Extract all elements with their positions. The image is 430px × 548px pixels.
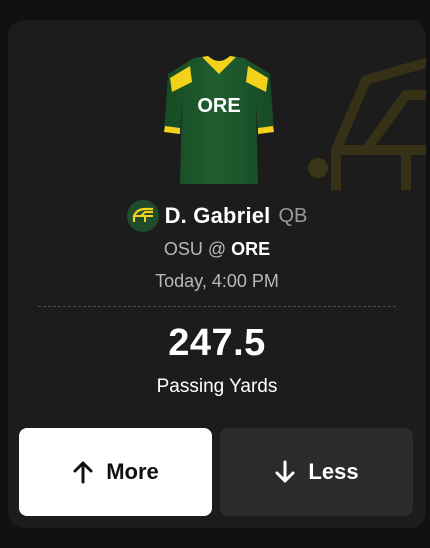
svg-text:ORE: ORE [197, 95, 240, 117]
away-team: OSU [163, 239, 203, 259]
player-name[interactable]: D. Gabriel [165, 203, 271, 229]
matchup-separator: @ [207, 239, 227, 259]
arrow-down-icon [275, 460, 295, 483]
less-button-label: Less [308, 459, 359, 484]
arrow-up-icon [73, 461, 93, 484]
more-button-label: More [106, 459, 159, 484]
helmet-icon [126, 200, 159, 232]
game-time: Today, 4:00 PM [155, 271, 279, 291]
player-projection-card: ORE D. Gabriel QB OSU @ ORE Today, 4:00 … [8, 20, 426, 528]
player-position: QB [278, 204, 308, 227]
team-jersey-image: ORE [156, 52, 282, 188]
home-team: ORE [231, 239, 271, 259]
dashed-divider [38, 306, 396, 307]
projection-line-value: 247.5 [168, 322, 266, 364]
player-info-row: D. Gabriel QB [8, 200, 426, 232]
more-button[interactable]: More [19, 428, 212, 516]
stat-type-label: Passing Yards [156, 376, 278, 397]
game-matchup: OSU @ ORE [8, 239, 426, 260]
background-helmet-icon [308, 57, 426, 190]
less-button[interactable]: Less [220, 428, 413, 516]
